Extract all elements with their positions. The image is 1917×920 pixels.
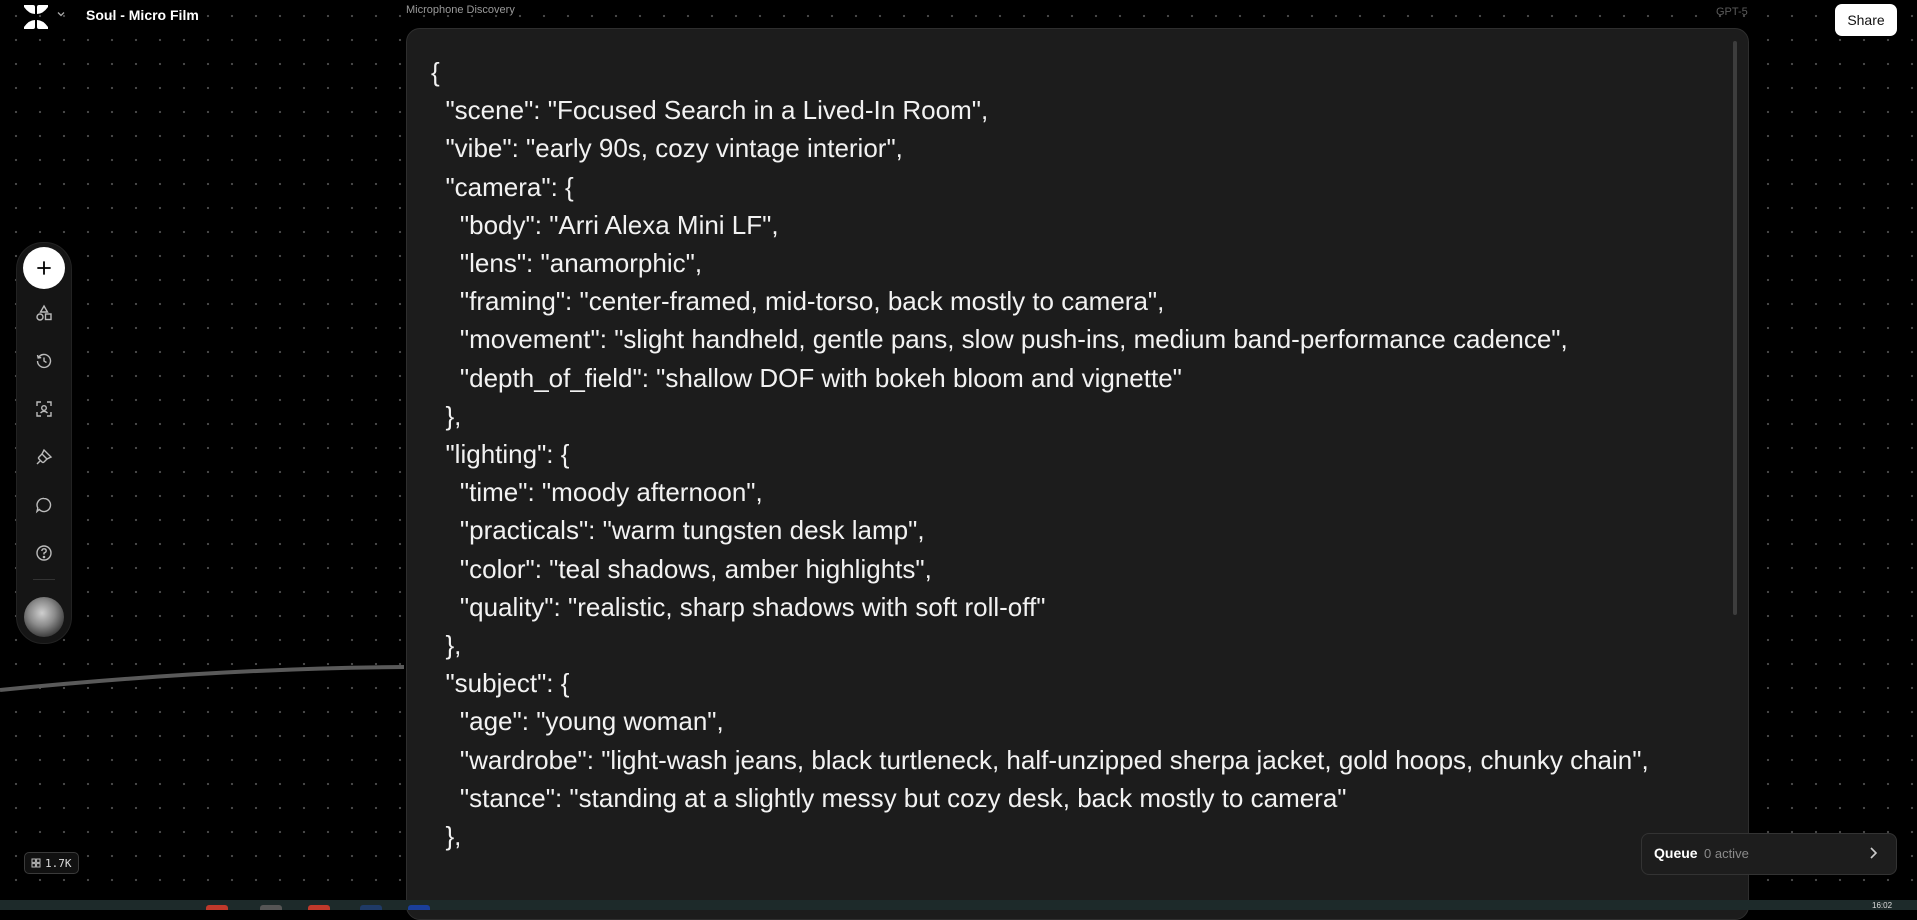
code-line: "color": "teal shadows, amber highlights… (431, 553, 932, 584)
code-line: "lighting": { (431, 439, 570, 470)
left-toolbar (16, 242, 72, 644)
project-title[interactable]: Soul - Micro Film (86, 7, 199, 23)
help-button[interactable] (28, 537, 60, 569)
code-line: "body": "Arri Alexa Mini LF", (431, 209, 779, 240)
scan-button[interactable] (28, 393, 60, 425)
history-button[interactable] (28, 345, 60, 377)
queue-status: 0 active (1704, 846, 1749, 861)
code-line: "time": "moody afternoon", (431, 477, 763, 508)
code-line: "stance": "standing at a slightly messy … (431, 782, 1347, 813)
code-line: { (431, 57, 440, 87)
credits-badge[interactable]: 1.7K (24, 852, 79, 874)
code-line: "lens": "anamorphic", (431, 248, 703, 279)
code-line: }, (431, 400, 462, 431)
toolbar-divider (33, 579, 55, 580)
chat-bubble-icon (35, 497, 52, 514)
model-label: GPT-5 (1716, 6, 1748, 18)
code-line: "depth_of_field": "shallow DOF with boke… (431, 362, 1182, 393)
taskbar-app-icon[interactable] (206, 905, 228, 910)
os-taskbar (0, 900, 1917, 910)
code-line: }, (431, 630, 462, 661)
plus-icon (37, 261, 51, 275)
code-line: "camera": { (431, 171, 574, 202)
style-button[interactable] (28, 441, 60, 473)
chevron-down-icon[interactable] (56, 9, 66, 19)
code-line: "movement": "slight handheld, gentle pan… (431, 324, 1568, 355)
shapes-icon (36, 304, 52, 321)
code-line: "practicals": "warm tungsten desk lamp", (431, 515, 925, 546)
queue-title: Queue (1654, 845, 1698, 861)
taskbar-app-icon[interactable] (308, 905, 330, 910)
taskbar-app-icon[interactable] (408, 905, 430, 910)
avatar[interactable] (24, 597, 64, 637)
add-button[interactable] (23, 247, 65, 289)
queue-panel[interactable]: Queue 0 active (1641, 833, 1897, 875)
code-line: "framing": "center-framed, mid-torso, ba… (431, 286, 1165, 317)
taskbar-app-icon[interactable] (260, 905, 282, 910)
scan-face-icon (36, 401, 52, 417)
node-connector (0, 665, 405, 692)
taskbar-app-icon[interactable] (360, 905, 382, 910)
taskbar-clock: 16:02 (1872, 901, 1893, 910)
scrollbar[interactable] (1733, 41, 1737, 615)
prompt-json-text[interactable]: { "scene": "Focused Search in a Lived-In… (431, 53, 1711, 855)
node-label: Microphone Discovery (406, 4, 515, 16)
credits-value: 1.7K (45, 856, 72, 870)
help-circle-icon (36, 545, 52, 561)
code-line: "scene": "Focused Search in a Lived-In R… (431, 95, 989, 126)
chat-button[interactable] (28, 489, 60, 521)
chevron-right-icon[interactable] (1864, 844, 1882, 862)
credits-icon (31, 858, 41, 868)
code-line: "quality": "realistic, sharp shadows wit… (431, 591, 1046, 622)
assets-button[interactable] (28, 297, 60, 329)
code-line: }, (431, 821, 462, 852)
code-line: "vibe": "early 90s, cozy vintage interio… (431, 133, 903, 164)
code-line: "wardrobe": "light-wash jeans, black tur… (431, 744, 1649, 775)
history-icon (36, 353, 52, 369)
code-line: "age": "young woman", (431, 706, 724, 737)
code-line: "subject": { (431, 668, 570, 699)
app-logo-icon[interactable] (22, 3, 50, 31)
paintbrush-icon (36, 448, 53, 465)
prompt-panel[interactable]: { "scene": "Focused Search in a Lived-In… (406, 28, 1749, 920)
share-button[interactable]: Share (1835, 4, 1897, 36)
